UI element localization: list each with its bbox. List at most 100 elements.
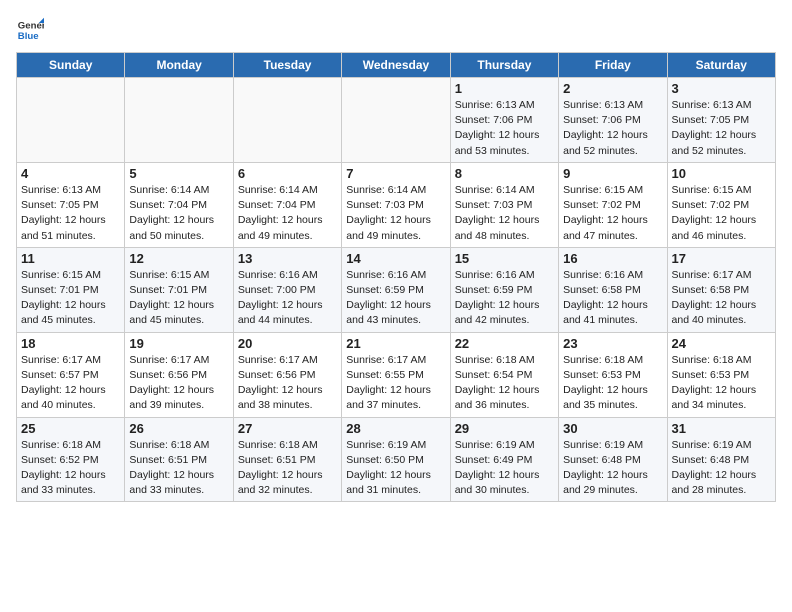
day-info: Sunrise: 6:19 AM Sunset: 6:49 PM Dayligh… [455, 438, 554, 499]
day-number: 2 [563, 81, 662, 96]
calendar-cell: 3 Sunrise: 6:13 AM Sunset: 7:05 PM Daylig… [667, 78, 775, 163]
day-info: Sunrise: 6:19 AM Sunset: 6:48 PM Dayligh… [672, 438, 771, 499]
day-number: 31 [672, 421, 771, 436]
calendar-cell: 11 Sunrise: 6:15 AM Sunset: 7:01 PM Dayli… [17, 247, 125, 332]
calendar-cell [17, 78, 125, 163]
calendar-cell: 25 Sunrise: 6:18 AM Sunset: 6:52 PM Dayli… [17, 417, 125, 502]
calendar-cell [233, 78, 341, 163]
calendar-cell: 15 Sunrise: 6:16 AM Sunset: 6:59 PM Dayli… [450, 247, 558, 332]
day-header-wednesday: Wednesday [342, 53, 450, 78]
day-number: 24 [672, 336, 771, 351]
calendar-table: SundayMondayTuesdayWednesdayThursdayFrid… [16, 52, 776, 502]
day-number: 27 [238, 421, 337, 436]
day-header-friday: Friday [559, 53, 667, 78]
day-info: Sunrise: 6:13 AM Sunset: 7:05 PM Dayligh… [672, 98, 771, 159]
day-info: Sunrise: 6:16 AM Sunset: 6:59 PM Dayligh… [346, 268, 445, 329]
calendar-cell: 12 Sunrise: 6:15 AM Sunset: 7:01 PM Dayli… [125, 247, 233, 332]
day-number: 7 [346, 166, 445, 181]
day-info: Sunrise: 6:13 AM Sunset: 7:05 PM Dayligh… [21, 183, 120, 244]
day-info: Sunrise: 6:16 AM Sunset: 6:58 PM Dayligh… [563, 268, 662, 329]
day-info: Sunrise: 6:18 AM Sunset: 6:53 PM Dayligh… [672, 353, 771, 414]
header: General Blue [16, 16, 776, 44]
day-header-tuesday: Tuesday [233, 53, 341, 78]
calendar-cell: 18 Sunrise: 6:17 AM Sunset: 6:57 PM Dayli… [17, 332, 125, 417]
day-info: Sunrise: 6:17 AM Sunset: 6:57 PM Dayligh… [21, 353, 120, 414]
day-info: Sunrise: 6:16 AM Sunset: 6:59 PM Dayligh… [455, 268, 554, 329]
day-info: Sunrise: 6:17 AM Sunset: 6:55 PM Dayligh… [346, 353, 445, 414]
calendar-cell: 26 Sunrise: 6:18 AM Sunset: 6:51 PM Dayli… [125, 417, 233, 502]
day-header-thursday: Thursday [450, 53, 558, 78]
day-info: Sunrise: 6:15 AM Sunset: 7:02 PM Dayligh… [672, 183, 771, 244]
svg-text:Blue: Blue [18, 31, 39, 42]
day-info: Sunrise: 6:17 AM Sunset: 6:56 PM Dayligh… [238, 353, 337, 414]
day-number: 9 [563, 166, 662, 181]
day-info: Sunrise: 6:19 AM Sunset: 6:50 PM Dayligh… [346, 438, 445, 499]
day-number: 25 [21, 421, 120, 436]
day-header-sunday: Sunday [17, 53, 125, 78]
day-number: 29 [455, 421, 554, 436]
calendar-cell: 20 Sunrise: 6:17 AM Sunset: 6:56 PM Dayli… [233, 332, 341, 417]
day-info: Sunrise: 6:17 AM Sunset: 6:58 PM Dayligh… [672, 268, 771, 329]
calendar-cell: 31 Sunrise: 6:19 AM Sunset: 6:48 PM Dayli… [667, 417, 775, 502]
day-number: 18 [21, 336, 120, 351]
calendar-cell: 17 Sunrise: 6:17 AM Sunset: 6:58 PM Dayli… [667, 247, 775, 332]
calendar-cell: 14 Sunrise: 6:16 AM Sunset: 6:59 PM Dayli… [342, 247, 450, 332]
day-number: 14 [346, 251, 445, 266]
day-number: 8 [455, 166, 554, 181]
calendar-cell: 28 Sunrise: 6:19 AM Sunset: 6:50 PM Dayli… [342, 417, 450, 502]
day-info: Sunrise: 6:16 AM Sunset: 7:00 PM Dayligh… [238, 268, 337, 329]
day-number: 16 [563, 251, 662, 266]
day-info: Sunrise: 6:13 AM Sunset: 7:06 PM Dayligh… [563, 98, 662, 159]
calendar-cell: 16 Sunrise: 6:16 AM Sunset: 6:58 PM Dayli… [559, 247, 667, 332]
calendar-cell: 9 Sunrise: 6:15 AM Sunset: 7:02 PM Daylig… [559, 162, 667, 247]
day-info: Sunrise: 6:18 AM Sunset: 6:51 PM Dayligh… [129, 438, 228, 499]
day-info: Sunrise: 6:17 AM Sunset: 6:56 PM Dayligh… [129, 353, 228, 414]
day-number: 4 [21, 166, 120, 181]
day-info: Sunrise: 6:15 AM Sunset: 7:02 PM Dayligh… [563, 183, 662, 244]
day-number: 19 [129, 336, 228, 351]
calendar-cell [342, 78, 450, 163]
day-number: 3 [672, 81, 771, 96]
calendar-cell: 30Sunrise: 6:19 AM Sunset: 6:48 PM Dayli… [559, 417, 667, 502]
logo-icon: General Blue [16, 16, 44, 44]
day-info: Sunrise: 6:14 AM Sunset: 7:04 PM Dayligh… [238, 183, 337, 244]
calendar-cell: 7 Sunrise: 6:14 AM Sunset: 7:03 PM Daylig… [342, 162, 450, 247]
day-info: Sunrise: 6:15 AM Sunset: 7:01 PM Dayligh… [21, 268, 120, 329]
calendar-cell: 22 Sunrise: 6:18 AM Sunset: 6:54 PM Dayli… [450, 332, 558, 417]
day-number: 12 [129, 251, 228, 266]
calendar-cell: 5 Sunrise: 6:14 AM Sunset: 7:04 PM Daylig… [125, 162, 233, 247]
calendar-cell: 6Sunrise: 6:14 AM Sunset: 7:04 PM Daylig… [233, 162, 341, 247]
day-info: Sunrise: 6:14 AM Sunset: 7:03 PM Dayligh… [346, 183, 445, 244]
day-info: Sunrise: 6:18 AM Sunset: 6:51 PM Dayligh… [238, 438, 337, 499]
day-number: 11 [21, 251, 120, 266]
day-info: Sunrise: 6:15 AM Sunset: 7:01 PM Dayligh… [129, 268, 228, 329]
day-header-monday: Monday [125, 53, 233, 78]
day-number: 13 [238, 251, 337, 266]
day-info: Sunrise: 6:18 AM Sunset: 6:54 PM Dayligh… [455, 353, 554, 414]
day-number: 15 [455, 251, 554, 266]
day-number: 20 [238, 336, 337, 351]
day-info: Sunrise: 6:14 AM Sunset: 7:04 PM Dayligh… [129, 183, 228, 244]
day-number: 22 [455, 336, 554, 351]
day-number: 23 [563, 336, 662, 351]
day-number: 21 [346, 336, 445, 351]
calendar-cell: 8Sunrise: 6:14 AM Sunset: 7:03 PM Daylig… [450, 162, 558, 247]
day-info: Sunrise: 6:18 AM Sunset: 6:53 PM Dayligh… [563, 353, 662, 414]
day-number: 17 [672, 251, 771, 266]
calendar-cell: 27 Sunrise: 6:18 AM Sunset: 6:51 PM Dayli… [233, 417, 341, 502]
day-info: Sunrise: 6:18 AM Sunset: 6:52 PM Dayligh… [21, 438, 120, 499]
day-number: 28 [346, 421, 445, 436]
day-info: Sunrise: 6:13 AM Sunset: 7:06 PM Dayligh… [455, 98, 554, 159]
calendar-cell: 10Sunrise: 6:15 AM Sunset: 7:02 PM Dayli… [667, 162, 775, 247]
calendar-cell [125, 78, 233, 163]
calendar-cell: 21 Sunrise: 6:17 AM Sunset: 6:55 PM Dayli… [342, 332, 450, 417]
calendar-cell: 29 Sunrise: 6:19 AM Sunset: 6:49 PM Dayli… [450, 417, 558, 502]
day-number: 5 [129, 166, 228, 181]
calendar-cell: 19 Sunrise: 6:17 AM Sunset: 6:56 PM Dayli… [125, 332, 233, 417]
day-header-saturday: Saturday [667, 53, 775, 78]
calendar-cell: 4 Sunrise: 6:13 AM Sunset: 7:05 PM Daylig… [17, 162, 125, 247]
calendar-cell: 23 Sunrise: 6:18 AM Sunset: 6:53 PM Dayli… [559, 332, 667, 417]
calendar-cell: 24 Sunrise: 6:18 AM Sunset: 6:53 PM Dayli… [667, 332, 775, 417]
day-info: Sunrise: 6:19 AM Sunset: 6:48 PM Dayligh… [563, 438, 662, 499]
day-number: 26 [129, 421, 228, 436]
